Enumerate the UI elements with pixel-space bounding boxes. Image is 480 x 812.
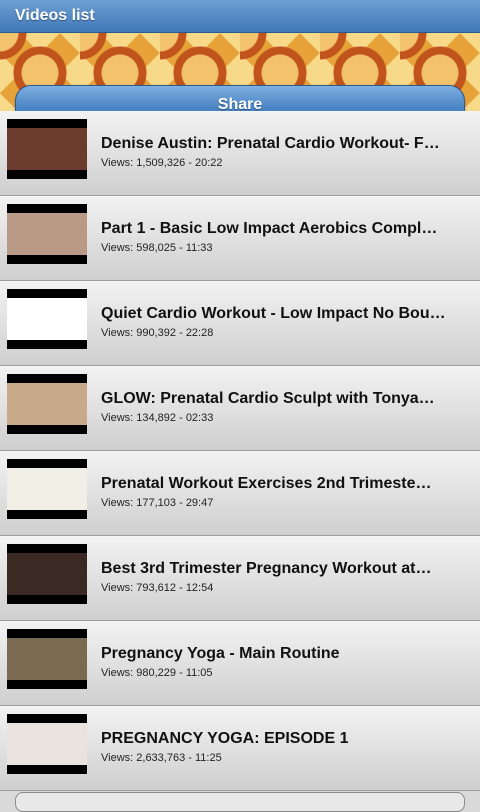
video-meta: Views: 177,103 - 29:47 bbox=[101, 497, 213, 509]
views-label: Views: bbox=[101, 412, 137, 424]
video-title: GLOW: Prenatal Cardio Sculpt with Tonya… bbox=[101, 390, 435, 407]
video-thumbnail bbox=[7, 714, 87, 774]
video-meta: Views: 598,025 - 11:33 bbox=[101, 242, 213, 254]
title-bar: Videos list bbox=[0, 0, 480, 33]
video-thumbnail bbox=[7, 629, 87, 689]
meta-separator: - bbox=[176, 667, 186, 679]
video-list-item[interactable]: Prenatal Workout Exercises 2nd Trimeste…… bbox=[0, 451, 480, 536]
views-label: Views: bbox=[101, 157, 137, 169]
view-count: 177,103 bbox=[136, 497, 177, 509]
video-duration: 12:54 bbox=[185, 582, 214, 594]
video-thumbnail bbox=[7, 289, 87, 349]
video-title: Quiet Cardio Workout - Low Impact No Bou… bbox=[101, 305, 446, 322]
video-thumbnail bbox=[7, 204, 87, 264]
thumbnail-image bbox=[7, 128, 87, 170]
video-list-item[interactable]: Best 3rd Trimester Pregnancy Workout at…… bbox=[0, 536, 480, 621]
video-thumbnail bbox=[7, 119, 87, 179]
meta-separator: - bbox=[176, 327, 186, 339]
video-list-item[interactable]: Denise Austin: Prenatal Cardio Workout- … bbox=[0, 111, 480, 196]
decorative-banner: Share bbox=[0, 33, 480, 111]
meta-separator: - bbox=[176, 412, 186, 424]
view-count: 1,509,326 bbox=[136, 157, 186, 169]
video-meta: Views: 1,509,326 - 20:22 bbox=[101, 157, 223, 169]
view-count: 2,633,763 bbox=[136, 752, 186, 764]
video-meta: Views: 980,229 - 11:05 bbox=[101, 667, 213, 679]
thumbnail-image bbox=[7, 638, 87, 680]
video-duration: 11:33 bbox=[185, 242, 213, 254]
views-label: Views: bbox=[101, 242, 137, 254]
video-duration: 02:33 bbox=[185, 412, 214, 424]
video-duration: 22:28 bbox=[185, 327, 214, 339]
view-count: 598,025 bbox=[136, 242, 177, 254]
meta-separator: - bbox=[185, 157, 195, 169]
meta-separator: - bbox=[185, 752, 195, 764]
bottom-button-partial[interactable] bbox=[15, 792, 465, 812]
thumbnail-image bbox=[7, 723, 87, 765]
video-thumbnail bbox=[7, 544, 87, 604]
view-count: 134,892 bbox=[136, 412, 177, 424]
video-title: Denise Austin: Prenatal Cardio Workout- … bbox=[101, 135, 440, 152]
views-label: Views: bbox=[101, 327, 137, 339]
views-label: Views: bbox=[101, 667, 137, 679]
views-label: Views: bbox=[101, 582, 137, 594]
video-list: Denise Austin: Prenatal Cardio Workout- … bbox=[0, 111, 480, 791]
video-title: Prenatal Workout Exercises 2nd Trimeste… bbox=[101, 475, 432, 492]
video-title: Pregnancy Yoga - Main Routine bbox=[101, 645, 340, 662]
video-duration: 11:25 bbox=[194, 752, 222, 764]
share-button[interactable]: Share bbox=[15, 85, 465, 111]
thumbnail-image bbox=[7, 553, 87, 595]
video-title: PREGNANCY YOGA: EPISODE 1 bbox=[101, 730, 349, 747]
meta-separator: - bbox=[176, 582, 186, 594]
video-list-item[interactable]: Quiet Cardio Workout - Low Impact No Bou… bbox=[0, 281, 480, 366]
views-label: Views: bbox=[101, 497, 137, 509]
video-list-item[interactable]: PREGNANCY YOGA: EPISODE 1 Views: 2,633,7… bbox=[0, 706, 480, 791]
video-meta: Views: 2,633,763 - 11:25 bbox=[101, 752, 222, 764]
video-title: Part 1 - Basic Low Impact Aerobics Compl… bbox=[101, 220, 438, 237]
view-count: 980,229 bbox=[136, 667, 177, 679]
meta-separator: - bbox=[176, 242, 186, 254]
video-list-item[interactable]: Pregnancy Yoga - Main Routine Views: 980… bbox=[0, 621, 480, 706]
thumbnail-image bbox=[7, 213, 87, 255]
video-meta: Views: 793,612 - 12:54 bbox=[101, 582, 213, 594]
video-thumbnail bbox=[7, 459, 87, 519]
views-label: Views: bbox=[101, 752, 137, 764]
thumbnail-image bbox=[7, 468, 87, 510]
video-title: Best 3rd Trimester Pregnancy Workout at… bbox=[101, 560, 432, 577]
video-list-item[interactable]: GLOW: Prenatal Cardio Sculpt with Tonya…… bbox=[0, 366, 480, 451]
app-title: Videos list bbox=[15, 7, 95, 24]
video-duration: 11:05 bbox=[185, 667, 213, 679]
video-list-item[interactable]: Part 1 - Basic Low Impact Aerobics Compl… bbox=[0, 196, 480, 281]
video-thumbnail bbox=[7, 374, 87, 434]
video-meta: Views: 134,892 - 02:33 bbox=[101, 412, 213, 424]
view-count: 990,392 bbox=[136, 327, 177, 339]
thumbnail-image bbox=[7, 383, 87, 425]
view-count: 793,612 bbox=[136, 582, 177, 594]
thumbnail-image bbox=[7, 298, 87, 340]
video-duration: 20:22 bbox=[194, 157, 223, 169]
meta-separator: - bbox=[176, 497, 186, 509]
video-duration: 29:47 bbox=[185, 497, 214, 509]
video-meta: Views: 990,392 - 22:28 bbox=[101, 327, 213, 339]
